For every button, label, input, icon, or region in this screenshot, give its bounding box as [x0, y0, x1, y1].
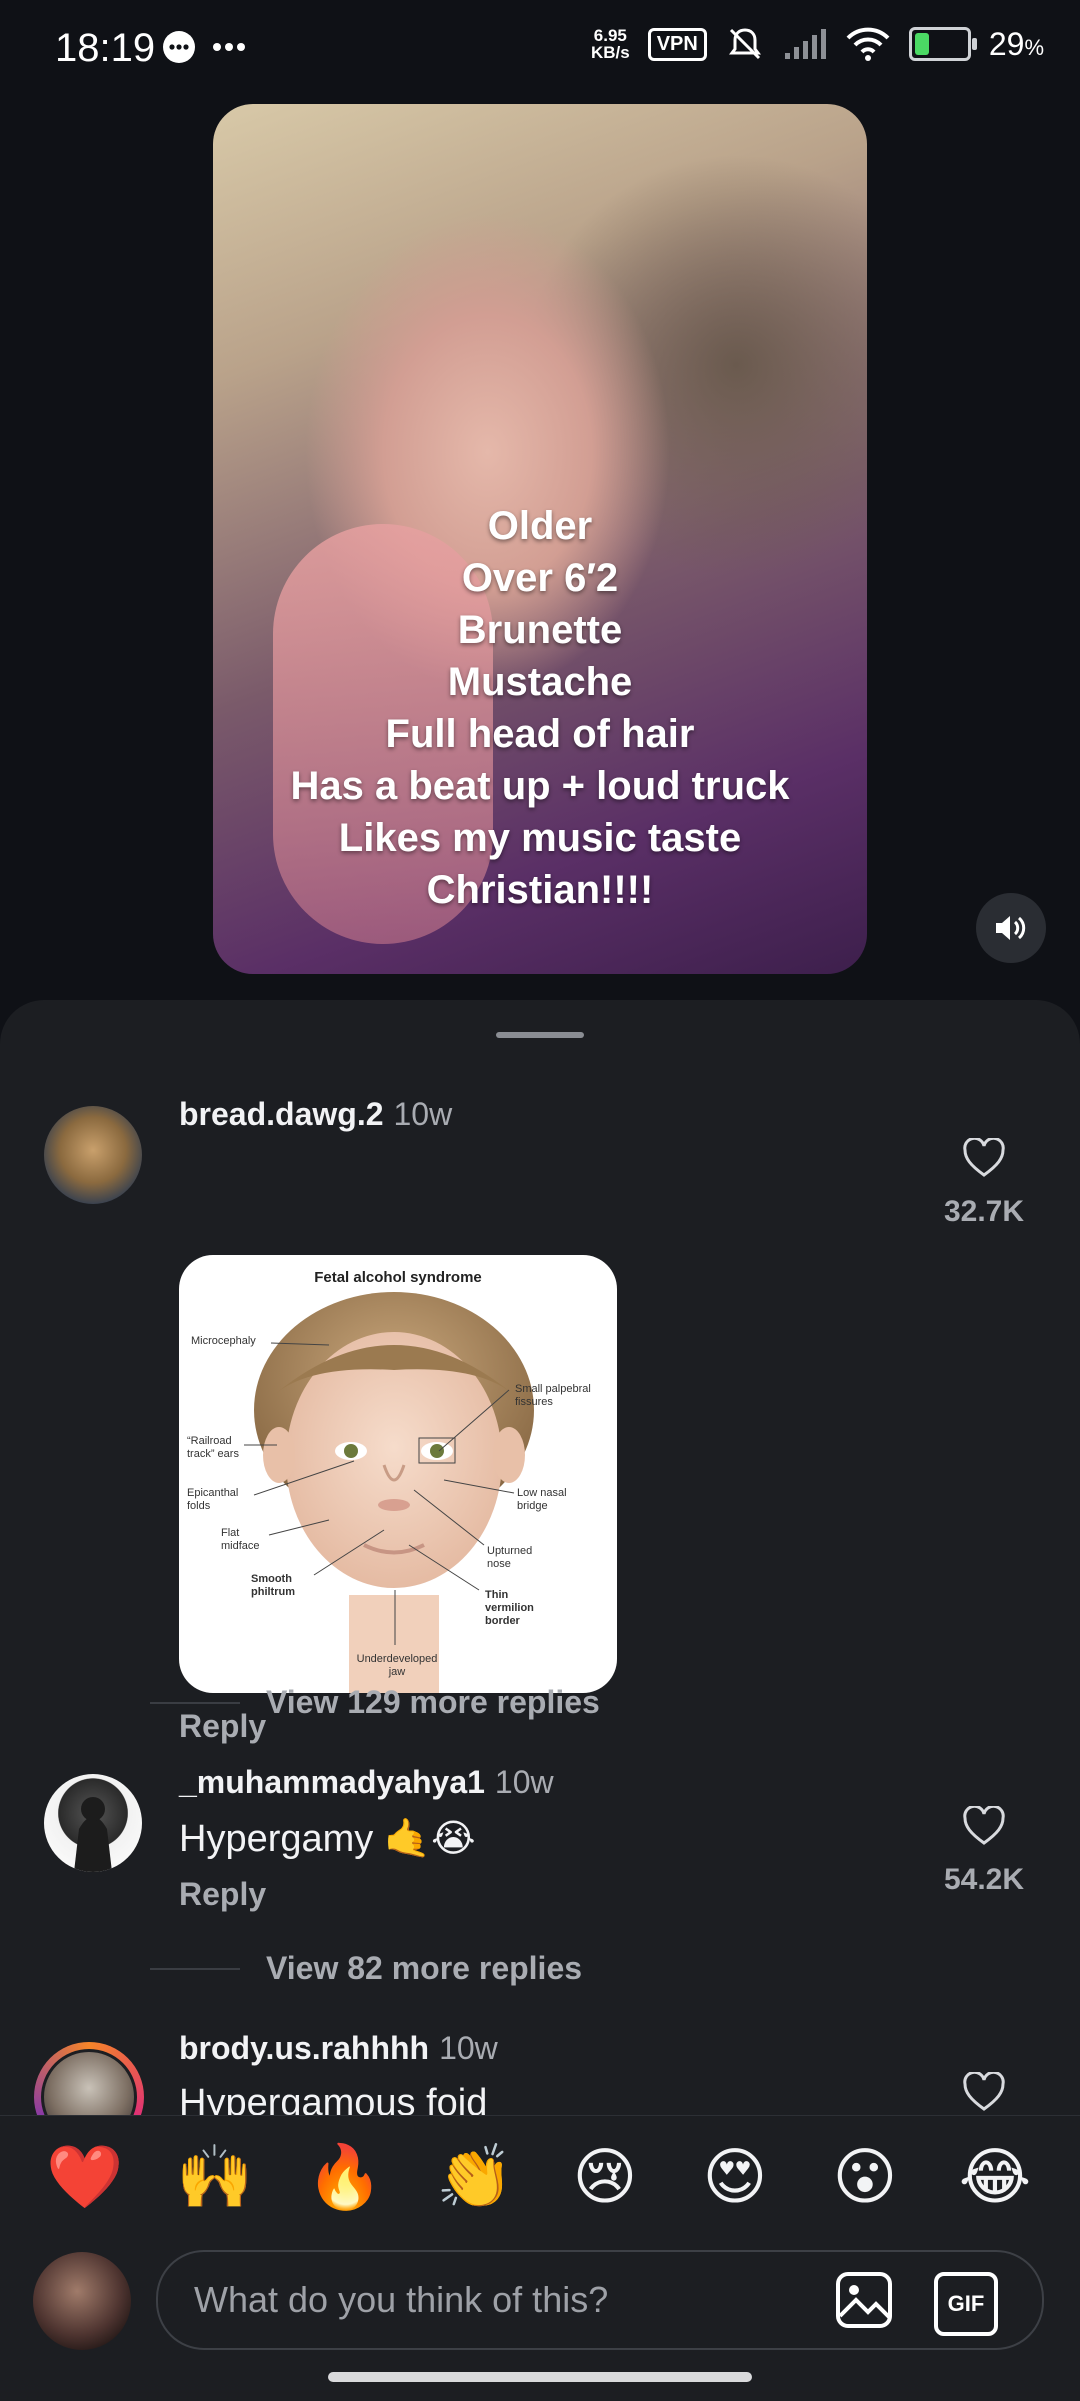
like-button[interactable] — [924, 2070, 1044, 2117]
emoji-reaction-button[interactable]: 😍 — [690, 2138, 780, 2218]
emoji-reaction-button[interactable]: 🙌 — [170, 2138, 260, 2218]
signal-icon — [784, 29, 826, 59]
view-more-replies[interactable]: View 129 more replies — [150, 1684, 600, 1721]
emoji-reaction-button[interactable]: 😂 — [950, 2138, 1040, 2218]
like-button[interactable]: 32.7K — [924, 1136, 1044, 1229]
status-bar: 18:19 6.95 KB/s VPN 29% — [0, 0, 1080, 100]
comment-time: 10w — [439, 2030, 498, 2066]
emoji-reaction-button[interactable]: 👏 — [430, 2138, 520, 2218]
overlay-line: Likes my music taste — [338, 816, 742, 860]
video-preview[interactable]: Older Over 6′2 Brunette Mustache Full head o… — [213, 104, 867, 974]
label-epicanthal: Epicanthal folds — [187, 1487, 239, 1512]
label-underdeveloped-jaw: Underdeveloped jaw — [356, 1653, 438, 1678]
emoji-reaction-button[interactable]: 🔥 — [300, 2138, 390, 2218]
gif-button[interactable]: GIF — [934, 2272, 998, 2336]
label-thin-vermilion: Thin vermilion border — [485, 1589, 534, 1627]
chat-bubble-icon — [163, 31, 195, 63]
comment-text: Hypergamy 🤙😭 — [179, 1818, 476, 1860]
network-speed: 6.95 KB/s — [590, 26, 630, 62]
like-count: 32.7K — [943, 1195, 1025, 1228]
overlay-line: Christian!!!! — [426, 868, 654, 912]
overlay-line: Has a beat up + loud truck — [290, 764, 790, 808]
overlay-line: Over 6′2 — [461, 556, 619, 600]
label-small-palpebral: Small palpebral fissures — [515, 1383, 591, 1408]
avatar[interactable] — [44, 1106, 142, 1204]
overlay-line: Mustache — [447, 660, 633, 704]
overlay-line: Older — [487, 504, 593, 548]
label-railroad-ears: “Railroad track” ears — [187, 1435, 239, 1460]
image-icon[interactable] — [834, 2270, 894, 2330]
like-count: 54.2K — [943, 1863, 1025, 1896]
heart-icon — [963, 1804, 1005, 1845]
comment-username[interactable]: bread.dawg.2 10w — [179, 1096, 452, 1133]
wifi-icon — [846, 27, 890, 61]
label-low-nasal: Low nasal bridge — [517, 1487, 567, 1512]
overlay-line: Full head of hair — [385, 712, 695, 756]
sound-toggle-button[interactable] — [976, 893, 1046, 963]
comment-composer: ❤️ 🙌 🔥 👏 😢 😍 😮 😂 What do you think of this? GIF — [0, 2115, 1080, 2401]
view-more-replies[interactable]: View 82 more replies — [150, 1950, 582, 1987]
status-time: 18:19 — [55, 26, 156, 70]
label-flat-midface: Flat midface — [221, 1527, 260, 1552]
label-upturned: Upturned nose — [487, 1545, 533, 1570]
heart-icon — [963, 2070, 1005, 2111]
comment-image[interactable]: Fetal alcohol syndrome Microcephaly Smal… — [179, 1255, 617, 1693]
avatar[interactable] — [44, 1774, 142, 1872]
comment-input-placeholder: What do you think of this? — [194, 2279, 609, 2320]
overlay-line: Brunette — [457, 608, 623, 652]
heart-icon — [963, 1136, 1005, 1177]
battery-level-fill — [914, 33, 930, 55]
vibrate-mute-icon — [728, 28, 761, 60]
emoji-reaction-button[interactable]: 😮 — [820, 2138, 910, 2218]
home-indicator[interactable] — [328, 2372, 752, 2382]
sheet-drag-handle[interactable] — [496, 1032, 584, 1038]
speaker-icon — [996, 916, 1026, 940]
reply-button[interactable]: Reply — [179, 1876, 266, 1913]
label-microcephaly: Microcephaly — [191, 1335, 256, 1347]
comment-username[interactable]: _muhammadyahya1 10w — [179, 1764, 554, 1801]
more-dots-icon — [213, 43, 245, 51]
label-smooth-philtrum: Smooth philtrum — [251, 1573, 295, 1598]
my-avatar — [33, 2252, 131, 2350]
battery-percent: 29% — [988, 25, 1044, 62]
emoji-quick-bar: ❤️ 🙌 🔥 👏 😢 😍 😮 😂 — [40, 2138, 1040, 2218]
battery-icon — [908, 27, 977, 61]
video-overlay-text: Older Over 6′2 Brunette Mustache Full head o… — [213, 500, 867, 916]
vpn-badge: VPN — [647, 27, 707, 61]
emoji-reaction-button[interactable]: ❤️ — [40, 2138, 130, 2218]
comment-username[interactable]: brody.us.rahhhh 10w — [179, 2030, 498, 2067]
comment-time: 10w — [393, 1096, 453, 1132]
emoji-reaction-button[interactable]: 😢 — [560, 2138, 650, 2218]
like-button[interactable]: 54.2K — [924, 1804, 1044, 1897]
comment-input[interactable]: What do you think of this? GIF — [156, 2250, 1044, 2350]
comment-time: 10w — [494, 1764, 554, 1800]
